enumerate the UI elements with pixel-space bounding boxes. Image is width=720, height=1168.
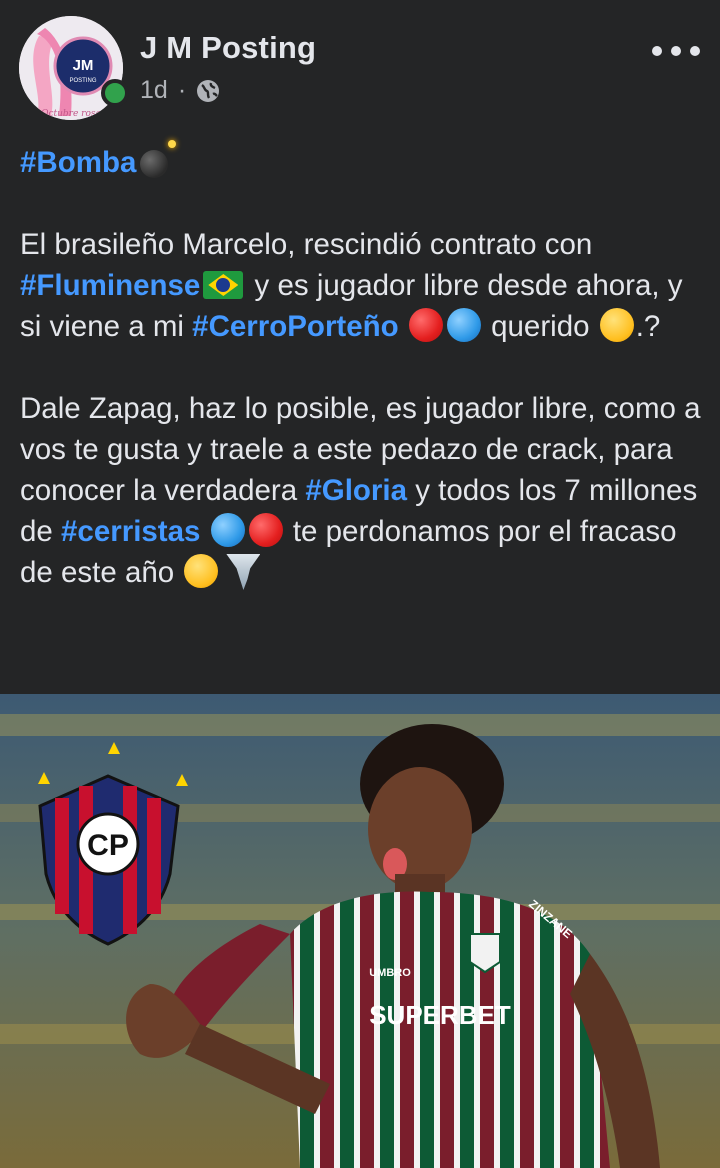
post-paragraph-3: Dale Zapag, haz lo posible, es jugador l… (20, 388, 704, 593)
hashtag-cerristas[interactable]: #cerristas (61, 515, 200, 548)
hashtag-gloria[interactable]: #Gloria (305, 474, 407, 507)
hashtag-bomba[interactable]: #Bomba (20, 146, 136, 179)
post-paragraph-2: El brasileño Marcelo, rescindió contrato… (20, 224, 704, 347)
text-segment: El brasileño Marcelo, rescindió contrato… (20, 228, 593, 261)
heart-eyes-emoji-icon (599, 308, 634, 342)
post-body: #Bomba El brasileño Marcelo, rescindió c… (20, 140, 704, 593)
globe-icon (197, 79, 220, 102)
post-paragraph-1: #Bomba (20, 140, 704, 183)
post-meta: 1d · (140, 76, 220, 105)
post-image[interactable]: CP SUPERBET UMBRO ZINZANE (0, 694, 720, 1168)
more-options-button[interactable] (652, 34, 700, 68)
red-circle-icon (408, 308, 443, 342)
jersey-sponsor: SUPERBET (369, 1000, 511, 1030)
crest-letters: CP (87, 829, 129, 862)
tornado-emoji-icon (226, 554, 261, 590)
post-header: JM POSTING Octubre rosa J M Posting 1d · (0, 0, 720, 130)
avatar-caption: Octubre rosa (41, 109, 101, 119)
red-circle-icon (248, 513, 283, 547)
hashtag-cerro-porteno[interactable]: #CerroPorteño (192, 310, 399, 343)
post-time[interactable]: 1d (140, 76, 168, 105)
post-author[interactable]: J M Posting (140, 30, 316, 66)
meta-separator: · (177, 76, 187, 104)
text-segment: querido (491, 310, 598, 343)
avatar-badge-sub: POSTING (69, 78, 96, 84)
brazil-flag-icon (203, 271, 244, 299)
hashtag-fluminense[interactable]: #Fluminense (20, 269, 200, 302)
post-image-art: CP SUPERBET UMBRO ZINZANE (0, 694, 720, 1168)
text-segment: .? (635, 310, 661, 343)
avatar-badge-text: JM (73, 57, 94, 74)
more-horizontal-icon (652, 46, 662, 56)
blue-circle-icon (210, 513, 245, 547)
bomb-emoji-icon (140, 140, 177, 178)
sunglasses-emoji-icon (184, 554, 219, 588)
jersey-brand: UMBRO (369, 967, 411, 979)
online-status-dot (101, 79, 129, 107)
blue-circle-icon (446, 308, 481, 342)
